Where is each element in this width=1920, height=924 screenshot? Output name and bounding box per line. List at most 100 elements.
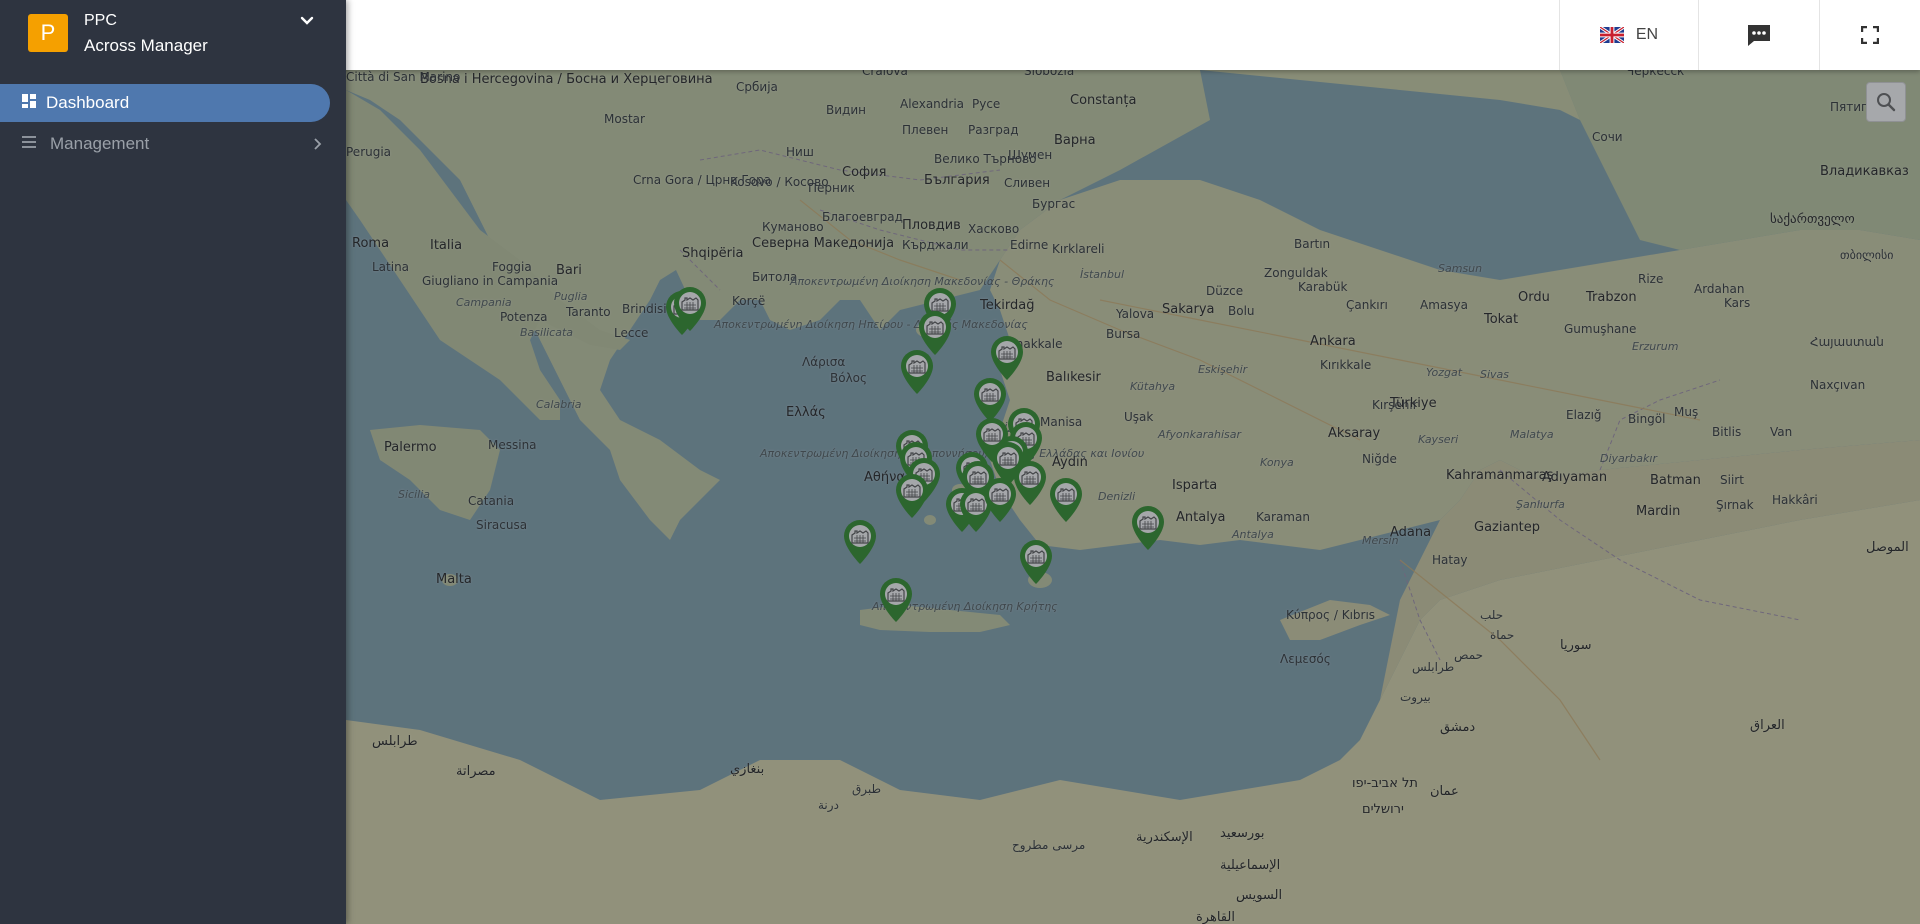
map-label: طرابلس [372, 734, 418, 749]
map-label: Denizli [1098, 490, 1136, 503]
power-plant-marker-icon [1014, 461, 1046, 505]
map-label: درنة [818, 798, 839, 812]
map-label: Trabzon [1586, 290, 1637, 305]
map-label: الموصل [1866, 540, 1909, 555]
map-label: İstanbul [1080, 268, 1125, 281]
map-label: София [842, 165, 887, 180]
map-label: السويس [1236, 888, 1283, 903]
brand-subtitle: Across Manager [84, 36, 208, 55]
power-plant-marker[interactable] [987, 334, 1027, 382]
map-label: Basilicata [520, 326, 574, 339]
language-selector[interactable]: EN [1559, 0, 1698, 70]
map-label: ירושלים [1362, 802, 1404, 817]
map-label: Ankara [1310, 334, 1356, 349]
map-label: Şanlıurfa [1516, 498, 1565, 511]
map-label: Balıkesir [1046, 370, 1101, 385]
map-label: Ardahan [1694, 282, 1745, 296]
map-label: Batman [1650, 473, 1701, 488]
map-label: بيروت [1400, 690, 1431, 704]
map-label: Yalova [1116, 307, 1155, 321]
map-label: Bursa [1106, 327, 1141, 341]
map-label: Karabük [1298, 280, 1348, 294]
map-label: Campania [456, 296, 512, 309]
map-label: Perugia [346, 145, 392, 159]
map-label: Sivas [1480, 368, 1510, 381]
map-label: طرابلس [1412, 660, 1455, 674]
map-label: دمشق [1440, 720, 1476, 735]
power-plant-marker[interactable] [840, 518, 880, 566]
map-label: Kahramanmaraş [1446, 468, 1554, 483]
brand-header[interactable]: P PPC Across Manager [0, 0, 346, 68]
map-label: Düzce [1206, 284, 1244, 298]
map-label: Србија [736, 80, 778, 94]
power-plant-marker[interactable] [670, 285, 710, 333]
map-label: Gumuşhane [1564, 322, 1637, 336]
map-label: България [924, 173, 990, 188]
power-plant-marker-icon [1050, 478, 1082, 522]
power-plant-marker-icon [901, 350, 933, 394]
uk-flag-icon [1599, 27, 1624, 43]
map-label: Mardin [1636, 504, 1681, 519]
map-label: Αποκεντρωμένη Διοίκηση Ηπείρου - Δυτικής… [714, 318, 1028, 331]
fullscreen-icon [1861, 26, 1879, 44]
map-label: طبرق [852, 782, 882, 796]
map-label: Van [1770, 425, 1793, 439]
power-plant-marker[interactable] [1010, 459, 1050, 507]
sidebar-item-dashboard[interactable]: Dashboard [0, 84, 330, 122]
map-label: حماة [1490, 628, 1515, 642]
power-plant-marker-icon [1020, 540, 1052, 584]
map-label: Հայաստան [1810, 335, 1884, 349]
power-plant-marker[interactable] [1016, 538, 1056, 586]
map-label: Хасково [968, 222, 1020, 236]
map-label: תל אביב-יפו [1352, 776, 1418, 791]
sidebar: P PPC Across Manager Dashboard Managemen… [0, 0, 346, 924]
map-label: Ниш [786, 145, 814, 159]
map-label: Afyonkarahisar [1158, 428, 1242, 441]
map-label: Zonguldak [1264, 266, 1328, 280]
power-plant-marker[interactable] [892, 472, 932, 520]
map-label: Città di San Marino [346, 70, 461, 84]
map-label: Kars [1724, 296, 1751, 310]
fullscreen-button[interactable] [1819, 0, 1920, 70]
map-label: Λεμεσός [1280, 652, 1331, 666]
map-label: بورسعيد [1220, 826, 1265, 841]
map-label: Благоевград [822, 210, 903, 224]
map-label: Isparta [1172, 478, 1218, 493]
map-label: Foggia [492, 260, 532, 274]
map-label: Siirt [1720, 473, 1744, 487]
brand-logo: P [28, 14, 68, 52]
chat-icon [1748, 25, 1770, 46]
map-label: Hakkâri [1772, 493, 1818, 507]
map-label: Konya [1260, 456, 1294, 469]
map-label: Велико Търново [934, 152, 1037, 166]
map-label: Palermo [384, 440, 437, 455]
map-label: Brindisi [622, 302, 667, 316]
map-label: Edirne [1010, 238, 1049, 252]
map-label: Aydın [1052, 455, 1088, 470]
map-label: Kosovo / Косово [730, 175, 829, 189]
power-plant-marker-icon [1132, 506, 1164, 550]
power-plant-marker[interactable] [897, 348, 937, 396]
map-label: حمص [1454, 648, 1484, 662]
map-label: Erzurum [1632, 340, 1679, 353]
power-plant-marker-icon [896, 474, 928, 518]
map-label: Tokat [1484, 312, 1519, 327]
map-label: Amasya [1420, 298, 1468, 312]
map-search-button[interactable] [1866, 82, 1906, 122]
map-label: Λάρισα [802, 355, 846, 369]
power-plant-marker[interactable] [876, 576, 916, 624]
map-label: الإسكندرية [1136, 830, 1193, 845]
power-plant-marker[interactable] [1046, 476, 1086, 524]
chat-button[interactable] [1698, 0, 1819, 70]
map-label: Latina [372, 260, 410, 274]
map-label: Bari [556, 263, 582, 278]
map-label: Разград [968, 123, 1019, 137]
menu-lines-icon [22, 136, 36, 148]
chevron-down-icon[interactable] [298, 12, 316, 30]
power-plant-marker[interactable] [1128, 504, 1168, 552]
map-label: Bartın [1294, 237, 1331, 251]
sidebar-item-management[interactable]: Management [0, 125, 346, 163]
map-label: Giugliano in Campania [422, 274, 559, 288]
map-label: Roma [352, 236, 390, 251]
map-label: Rize [1638, 272, 1664, 286]
